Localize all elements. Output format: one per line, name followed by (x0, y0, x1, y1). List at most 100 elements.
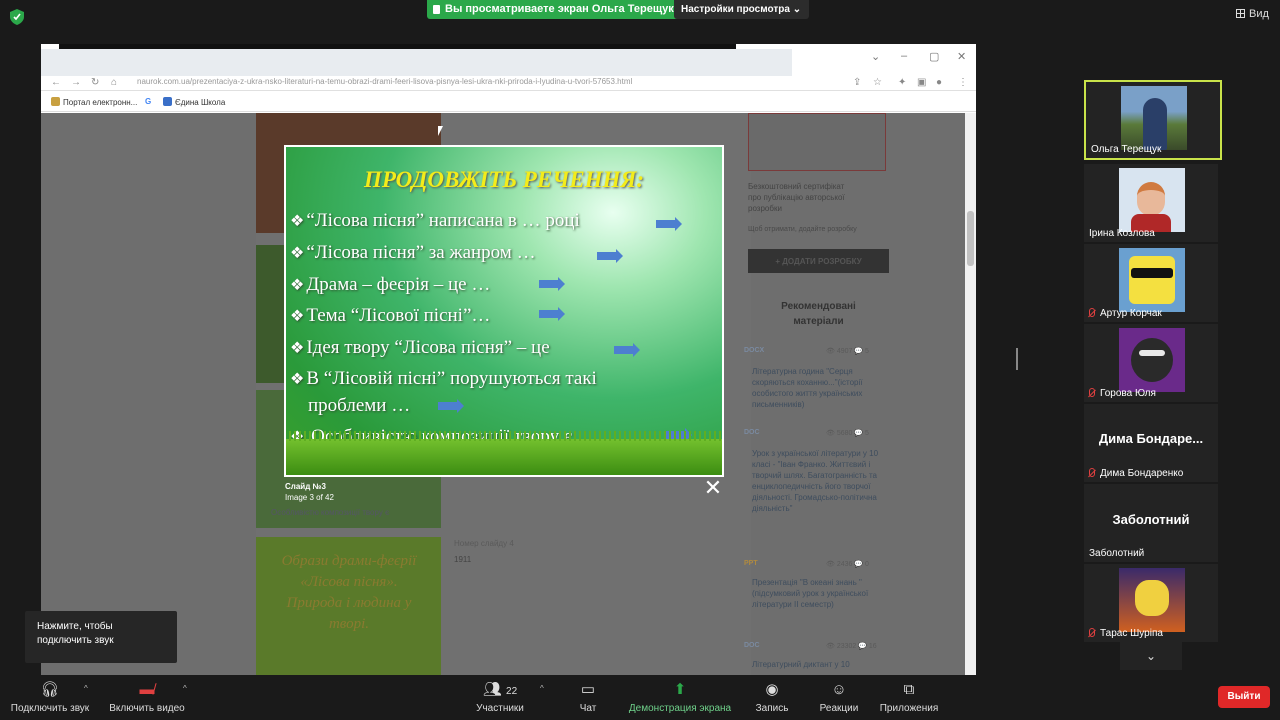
participant-tile[interactable]: Тарас Шуріпа (1084, 564, 1218, 642)
person-face (1137, 182, 1165, 216)
material-title[interactable]: Літературна година "Серця скоряються кох… (752, 366, 890, 410)
leave-meeting-button[interactable]: Выйти (1218, 686, 1270, 708)
presentation-slide: ПРОДОВЖІТЬ РЕЧЕННЯ: ❖ “Лісова пісня” напи… (284, 145, 724, 477)
video-off-icon: ▬̸ (139, 681, 155, 698)
sidepanel-icon[interactable]: ▣ (917, 77, 926, 88)
view-layout-button[interactable]: Вид (1236, 8, 1269, 20)
participant-name: Ірина Козлова (1089, 228, 1155, 239)
arrow-icon (539, 307, 565, 321)
close-window-icon[interactable]: ✕ (957, 50, 966, 63)
page-scrollbar[interactable] (965, 113, 976, 675)
participant-avatar (1119, 328, 1185, 392)
screen-share-icon (433, 5, 440, 14)
slide-thumbnail[interactable]: Образи драми-феєрії «Лісова пісня». Прир… (256, 537, 441, 675)
reload-icon[interactable]: ↻ (91, 77, 99, 88)
join-audio-tooltip[interactable]: Нажмите, чтобы подключить звук (25, 611, 177, 663)
address-bar[interactable]: ← → ↻ ⌂ naurok.com.ua/prezentaciya-z-ukr… (41, 76, 976, 91)
slide-item: ❖ “Лісова пісня” за жанром … (290, 242, 536, 263)
participants-options-caret[interactable]: ^ (540, 684, 544, 693)
menu-dots-icon[interactable]: ⋮ (958, 77, 968, 88)
video-options-caret[interactable]: ^ (183, 684, 187, 693)
material-title[interactable]: Літературний диктант у 10 (752, 659, 890, 670)
join-audio-button[interactable]: 🎧︎ Подключить звук (9, 681, 91, 714)
start-video-button[interactable]: ▬̸ Включить видео (107, 681, 187, 714)
thumbnail-title: Образи драми-феєрії «Лісова пісня». Прир… (281, 553, 417, 632)
participant-name: Ольга Терещук (1091, 144, 1162, 155)
tooltip-line: Нажмите, чтобы (37, 621, 113, 632)
security-shield-icon[interactable] (10, 9, 24, 25)
participants-label: Участники (476, 703, 524, 714)
view-label: Вид (1249, 8, 1269, 20)
slide-number-value: 1911 (454, 555, 472, 564)
mic-muted-icon (1089, 628, 1095, 637)
reactions-button[interactable]: ☺ Реакции (816, 681, 862, 714)
participant-tile[interactable]: Ірина Козлова (1084, 164, 1218, 242)
chat-button[interactable]: ▭ Чат (573, 681, 603, 714)
mic-muted-icon (1089, 308, 1095, 317)
smiley-icon: ☺ (831, 681, 847, 698)
share-page-icon[interactable]: ⇪ (853, 77, 861, 88)
certificate-text: Безкоштовний сертифікат про публікацію а… (748, 182, 845, 213)
share-screen-icon: ⬆ (673, 681, 687, 698)
slide-caption-sub: Image 3 of 42 (285, 493, 334, 502)
scrollbar-thumb[interactable] (967, 211, 974, 266)
bookmark-item[interactable]: Єдина Школа (163, 97, 225, 107)
certificate-sub[interactable]: Щоб отримати, додайте розробку (748, 224, 888, 235)
participant-tile[interactable]: Артур Корчак (1084, 244, 1218, 322)
certificate-image (748, 113, 886, 171)
avatar-cartoon (1129, 256, 1175, 304)
close-lightbox-icon[interactable]: ✕ (703, 477, 723, 499)
mic-muted-icon (1089, 468, 1095, 477)
record-label: Запись (755, 703, 789, 714)
tooltip-line: подключить звук (37, 635, 114, 646)
apps-icon: ⧉ (903, 681, 915, 698)
share-screen-label: Демонстрация экрана (628, 703, 732, 714)
material-stats: 👁 23302 💬 16 (826, 643, 877, 650)
back-icon[interactable]: ← (51, 77, 61, 88)
person-figure (1143, 98, 1167, 150)
mic-muted-icon (1089, 388, 1095, 397)
panel-resize-handle[interactable] (1016, 348, 1018, 370)
participants-button[interactable]: 👥︎ 22 Участники (472, 681, 528, 714)
scroll-participants-down-button[interactable]: ⌄ (1120, 642, 1182, 670)
thumbnail-text: Особливістю композиції твору є (271, 508, 390, 517)
material-title[interactable]: Урок з української літератури у 10 класі… (752, 448, 890, 514)
participant-name: Артур Корчак (1089, 308, 1162, 319)
add-material-button[interactable]: + ДОДАТИ РОЗРОБКУ (748, 249, 889, 273)
participant-avatar (1119, 568, 1185, 632)
participant-tile[interactable]: Ольга Терещук (1084, 80, 1222, 160)
start-video-label: Включить видео (109, 703, 185, 714)
share-screen-button[interactable]: ⬆ Демонстрация экрана (626, 681, 734, 714)
maximize-icon[interactable]: ▢ (929, 50, 939, 63)
bookmark-star-icon[interactable]: ☆ (873, 77, 882, 88)
profile-avatar-icon[interactable]: ● (936, 77, 942, 88)
audio-options-caret[interactable]: ^ (84, 684, 88, 693)
participants-icon: 👥︎ 22 (482, 681, 518, 698)
participant-name-large: Заболотний (1112, 512, 1190, 527)
file-type-badge: DOC (744, 642, 760, 649)
bookmark-google[interactable]: G (145, 97, 151, 106)
apps-button[interactable]: ⧉ Приложения (876, 681, 942, 714)
home-icon[interactable]: ⌂ (111, 77, 117, 88)
headphones-icon: 🎧︎ (40, 681, 60, 698)
participant-avatar (1119, 248, 1185, 312)
screen-share-notice: Вы просматриваете экран Ольга Терещук (427, 0, 682, 19)
chevron-down-icon[interactable]: ⌄ (871, 50, 880, 63)
join-audio-label: Подключить звук (10, 703, 90, 714)
material-title[interactable]: Презентація "В океані знань " (підсумков… (752, 577, 890, 610)
forward-icon[interactable]: → (71, 77, 81, 88)
extensions-icon[interactable]: ✦ (898, 77, 906, 88)
participants-count: 22 (506, 686, 518, 697)
avatar-eyes (1139, 350, 1165, 356)
slide-item: ❖ Драма – феєрія – це … (290, 274, 491, 295)
participant-tile[interactable]: Заболотний Заболотний (1084, 484, 1218, 562)
participant-tile[interactable]: Горова Юля (1084, 324, 1218, 402)
view-settings-button[interactable]: Настройки просмотра ⌄ (674, 0, 810, 19)
minimize-icon[interactable]: – (901, 50, 907, 62)
record-button[interactable]: ◉ Запись (752, 681, 792, 714)
bookmarks-bar: Портал електронн... G Єдина Школа (41, 92, 976, 112)
participant-name: Горова Юля (1089, 388, 1156, 399)
grid-icon (1236, 9, 1245, 18)
bookmark-item[interactable]: Портал електронн... (51, 97, 137, 107)
participant-tile[interactable]: Дима Бондаре... Дима Бондаренко (1084, 404, 1218, 482)
